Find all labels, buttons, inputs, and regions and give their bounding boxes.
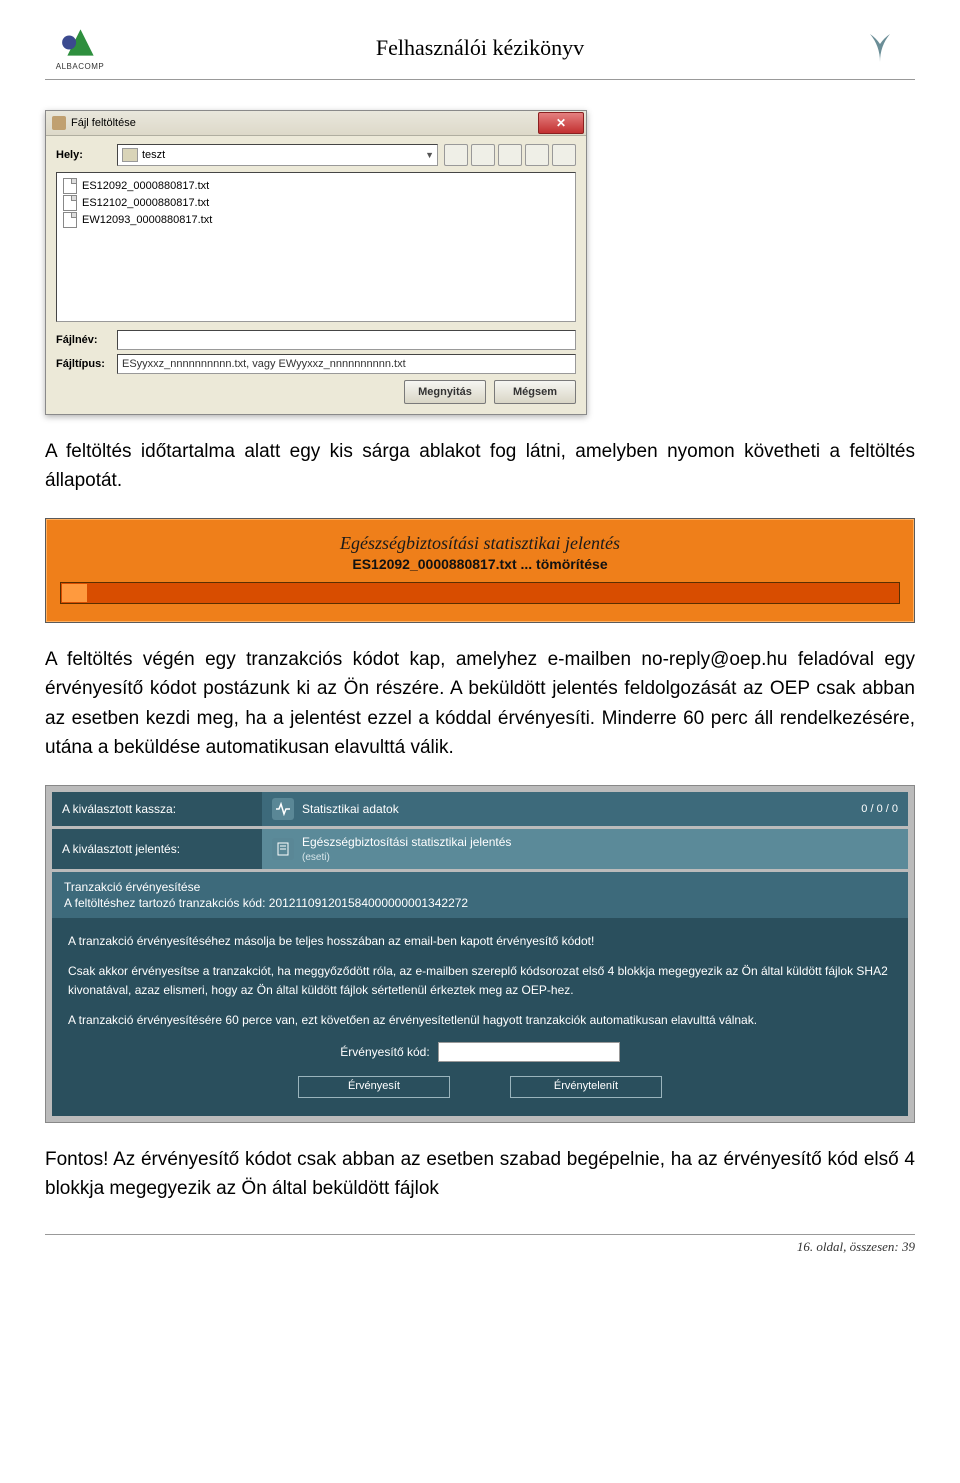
dialog-title: Fájl feltöltése [71,117,136,129]
progress-panel: Egészségbiztosítási statisztikai jelenté… [45,518,915,623]
kassza-label: A kiválasztott kassza: [52,792,262,826]
file-item[interactable]: EW12093_0000880817.txt [63,211,569,228]
paragraph-1: A feltöltés időtartalma alatt egy kis sá… [45,437,915,496]
jelentes-label: A kiválasztott jelentés: [52,829,262,869]
logo-left: ALBACOMP [45,20,115,75]
cancel-button[interactable]: Mégsem [494,380,576,404]
validation-code-label: Érvényesítő kód: [340,1043,429,1062]
open-button[interactable]: Megnyitás [404,380,486,404]
jelentes-title: Egészségbiztosítási statisztikai jelenté… [302,835,511,849]
validation-code-input[interactable] [438,1042,620,1062]
folder-icon [122,148,138,162]
jelentes-sub: (eseti) [302,852,330,863]
file-upload-dialog: Fájl feltöltése ✕ Hely: teszt [45,110,587,415]
instruction-3: A tranzakció érvényesítésére 60 perce va… [68,1011,892,1030]
close-icon: ✕ [556,116,566,130]
filename-label: Fájlnév: [56,334,111,346]
jelentes-tab[interactable]: Egészségbiztosítási statisztikai jelenté… [262,829,908,869]
instruction-1: A tranzakció érvényesítéséhez másolja be… [68,932,892,951]
file-name: ES12102_0000880817.txt [82,197,209,209]
file-icon [63,178,77,194]
transaction-code-line: A feltöltéshez tartozó tranzakciós kód: … [64,896,896,910]
validate-button[interactable]: Érvényesít [298,1076,450,1098]
file-name: EW12093_0000880817.txt [82,214,212,226]
paragraph-3: Fontos! Az érvényesítő kódot csak abban … [45,1145,915,1204]
progress-bar [60,582,900,604]
location-combo[interactable]: teszt [117,144,438,166]
file-icon [63,195,77,211]
progress-bar-fill [62,584,87,602]
stat-count: 0 / 0 / 0 [861,803,898,815]
progress-subtitle: ES12092_0000880817.txt ... tömörítése [60,556,900,572]
logo-right [845,20,915,75]
new-folder-button[interactable] [498,144,522,166]
file-icon [63,212,77,228]
progress-title: Egészségbiztosítási statisztikai jelenté… [60,533,900,554]
home-button[interactable] [471,144,495,166]
albacomp-logo-icon [58,25,103,60]
instruction-2: Csak akkor érvényesítse a tranzakciót, h… [68,962,892,999]
file-list[interactable]: ES12092_0000880817.txt ES12102_000088081… [56,172,576,322]
page-number: 16. oldal, összesen: 39 [797,1239,915,1254]
invalidate-button[interactable]: Érvénytelenít [510,1076,662,1098]
header-title: Felhasználói kézikönyv [115,35,845,61]
page-footer: 16. oldal, összesen: 39 [45,1234,915,1255]
pulse-icon [272,798,294,820]
close-button[interactable]: ✕ [538,112,584,134]
filetype-label: Fájltípus: [56,358,111,370]
page-header: ALBACOMP Felhasználói kézikönyv [45,20,915,80]
document-icon [272,838,294,860]
filename-input[interactable] [117,330,576,350]
file-name: ES12092_0000880817.txt [82,180,209,192]
validation-instructions: A tranzakció érvényesítéséhez másolja be… [52,918,908,1116]
dialog-titlebar: Fájl feltöltése ✕ [46,111,586,136]
validation-panel: A kiválasztott kassza: Statisztikai adat… [45,785,915,1123]
stat-tab[interactable]: Statisztikai adatok 0 / 0 / 0 [262,792,908,826]
filetype-select[interactable]: ESyyxxz_nnnnnnnnnn.txt, vagy EWyyxxz_nnn… [117,354,576,374]
file-item[interactable]: ES12092_0000880817.txt [63,177,569,194]
location-label: Hely: [56,149,111,161]
transaction-header: Tranzakció érvényesítése A feltöltéshez … [52,872,908,918]
file-item[interactable]: ES12102_0000880817.txt [63,194,569,211]
transaction-title: Tranzakció érvényesítése [64,880,896,894]
java-icon [52,116,66,130]
stat-tab-label: Statisztikai adatok [302,802,399,816]
paragraph-2: A feltöltés végén egy tranzakciós kódot … [45,645,915,763]
up-folder-button[interactable] [444,144,468,166]
tulip-logo-icon [860,28,900,68]
detail-view-button[interactable] [552,144,576,166]
location-value: teszt [142,149,165,161]
list-view-button[interactable] [525,144,549,166]
logo-left-text: ALBACOMP [56,62,104,71]
